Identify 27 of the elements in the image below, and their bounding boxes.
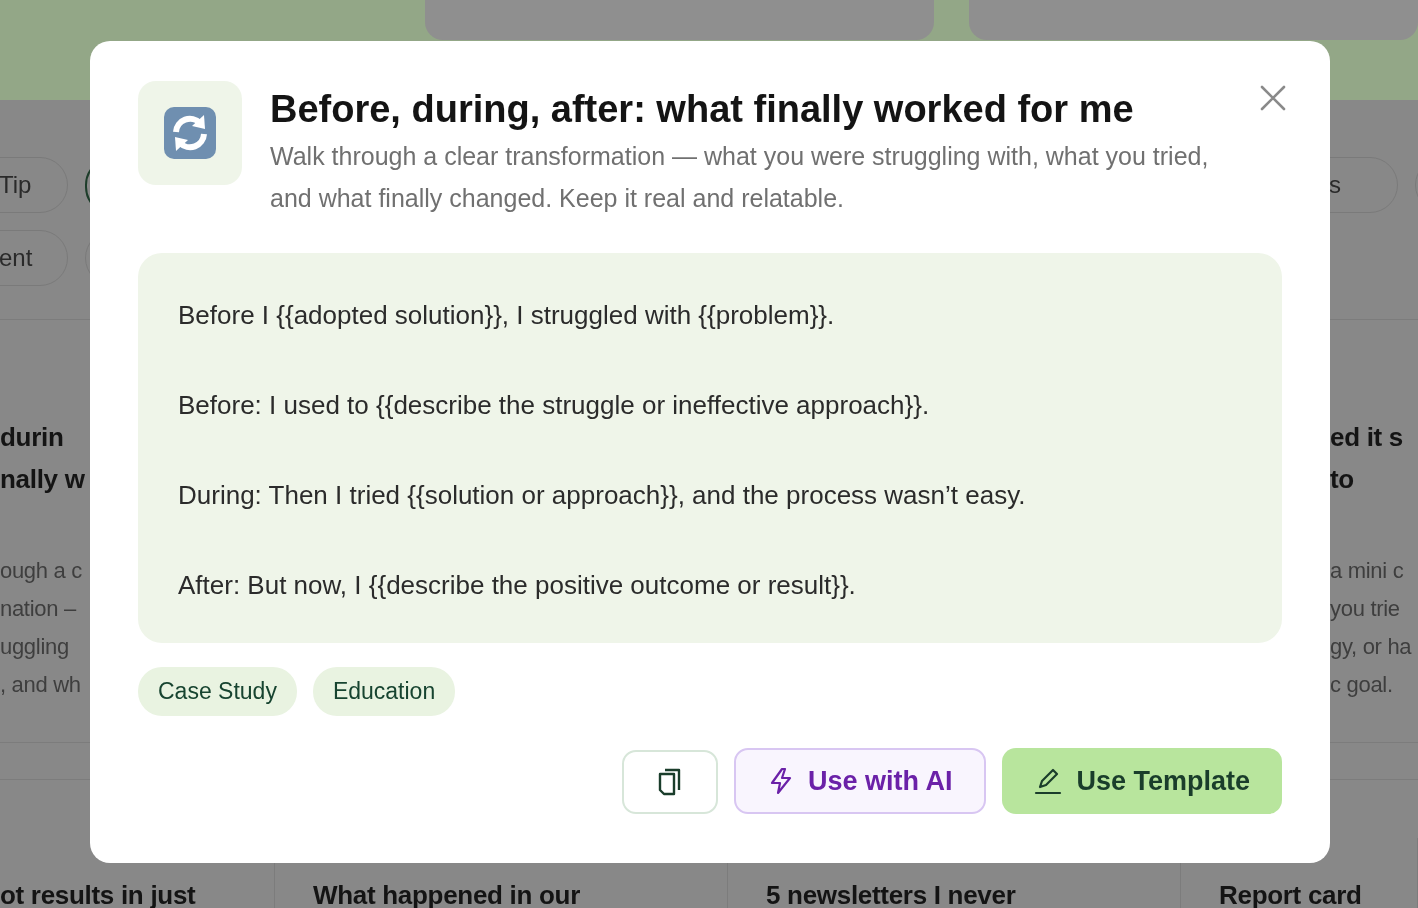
template-line: Before: I used to {{describe the struggle or ineffective approach}}. bbox=[178, 389, 931, 422]
card-text: c goal. bbox=[1330, 671, 1394, 699]
card-title: durin bbox=[0, 421, 65, 454]
card-text: uggling bbox=[0, 633, 70, 661]
use-with-ai-button[interactable]: Use with AI bbox=[733, 748, 987, 814]
modal-description: Walk through a clear transformation — what you were struggling with, what you tried, and what finally changed. Keep it real and relatable. bbox=[270, 141, 1210, 214]
copy-button[interactable] bbox=[621, 750, 718, 814]
refresh-icon bbox=[163, 106, 217, 160]
card-title: 5 newsletters I never bbox=[766, 879, 1017, 908]
category-tag: Education bbox=[312, 667, 456, 716]
card-text: gy, or ha bbox=[1330, 633, 1413, 661]
card-title: ed it s bbox=[1330, 421, 1405, 454]
modal-title: Before, during, after: what finally worked for me bbox=[270, 87, 1135, 132]
template-line: After: But now, I {{describe the positive outcome or result}}. bbox=[178, 569, 857, 602]
card-title: to bbox=[1330, 463, 1355, 496]
copy-icon bbox=[656, 767, 683, 797]
template-line: Before I {{adopted solution}}, I struggled with {{problem}}. bbox=[178, 299, 836, 332]
card-text: ough a c bbox=[0, 557, 83, 585]
category-tag: Case Study bbox=[138, 667, 297, 716]
use-template-button[interactable]: Use Template bbox=[1002, 748, 1282, 814]
card-text: nation – bbox=[0, 595, 78, 623]
card-text: a mini c bbox=[1330, 557, 1405, 585]
pencil-icon bbox=[1034, 767, 1063, 795]
card-text: you trie bbox=[1330, 595, 1401, 623]
template-line: During: Then I tried {{solution or approach}}, and the process wasn’t easy. bbox=[178, 479, 1027, 512]
card-text: , and wh bbox=[0, 671, 82, 699]
card-title: nally w bbox=[0, 463, 86, 496]
